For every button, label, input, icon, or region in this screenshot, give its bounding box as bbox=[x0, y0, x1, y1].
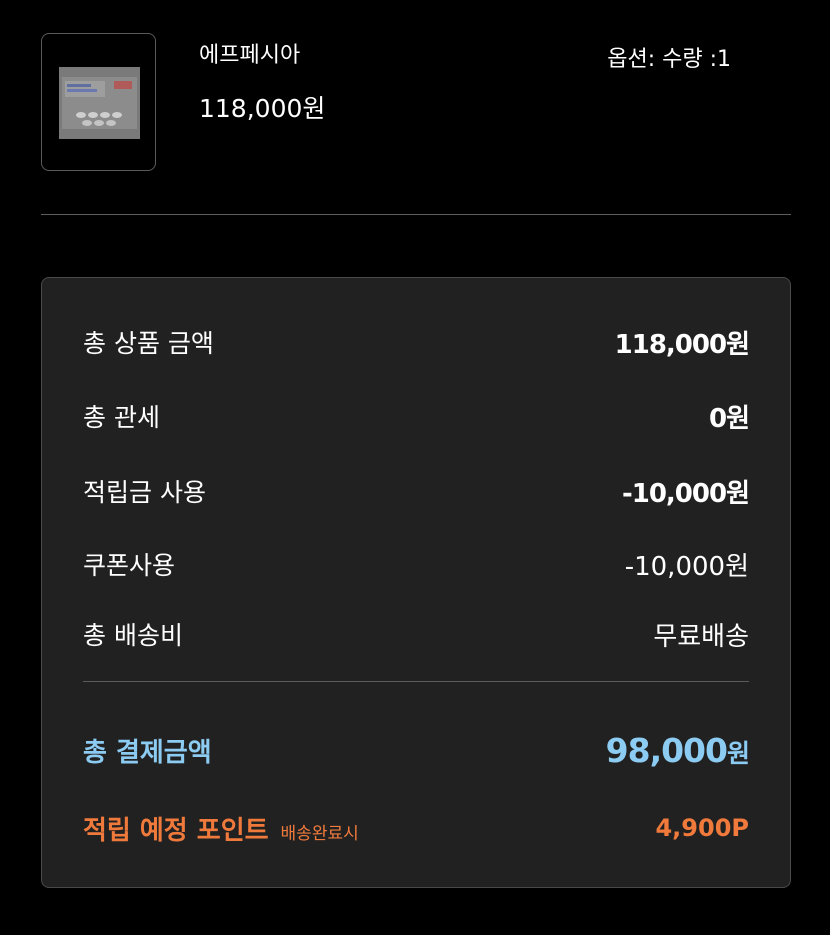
section-divider bbox=[41, 214, 791, 215]
shipping-label: 총 배송비 bbox=[83, 621, 183, 650]
total-amount: 98,000 bbox=[605, 730, 728, 770]
subtotal-row: 총 상품 금액 118,000원 bbox=[83, 322, 750, 362]
coupon-label: 쿠폰사용 bbox=[83, 551, 176, 580]
product-thumbnail[interactable] bbox=[41, 33, 156, 171]
reward-points-row: 적립 예정 포인트 배송완료시 4,900P bbox=[83, 808, 749, 848]
points-use-row: 적립금 사용 -10,000원 bbox=[83, 471, 750, 511]
customs-row: 총 관세 0원 bbox=[83, 396, 750, 436]
total-row: 총 결제금액 98,000원 bbox=[83, 726, 750, 774]
customs-label: 총 관세 bbox=[83, 403, 160, 432]
reward-label: 적립 예정 포인트 bbox=[83, 815, 269, 846]
points-use-label: 적립금 사용 bbox=[83, 478, 206, 507]
customs-value: 0원 bbox=[708, 403, 750, 434]
product-row: 에프페시아 118,000원 옵션: 수량 :1 bbox=[41, 33, 791, 173]
total-value: 98,000원 bbox=[605, 730, 750, 770]
points-use-value: -10,000원 bbox=[621, 478, 750, 509]
summary-divider bbox=[83, 681, 749, 682]
subtotal-value: 118,000원 bbox=[614, 329, 750, 360]
total-unit: 원 bbox=[726, 738, 750, 768]
reward-value: 4,900P bbox=[655, 814, 749, 842]
total-label: 총 결제금액 bbox=[83, 737, 212, 768]
shipping-row: 총 배송비 무료배송 bbox=[83, 614, 749, 654]
coupon-row: 쿠폰사용 -10,000원 bbox=[83, 544, 749, 584]
product-name[interactable]: 에프페시아 bbox=[199, 37, 300, 69]
subtotal-label: 총 상품 금액 bbox=[83, 329, 214, 358]
reward-label-group: 적립 예정 포인트 배송완료시 bbox=[83, 810, 359, 847]
product-option: 옵션: 수량 :1 bbox=[607, 47, 731, 72]
product-price: 118,000원 bbox=[199, 94, 326, 123]
coupon-value: -10,000원 bbox=[624, 551, 749, 582]
medicine-box-image bbox=[59, 67, 140, 139]
payment-summary-card: 총 상품 금액 118,000원 총 관세 0원 적립금 사용 -10,000원… bbox=[41, 277, 791, 888]
reward-note: 배송완료시 bbox=[280, 823, 359, 844]
shipping-value: 무료배송 bbox=[653, 621, 749, 652]
